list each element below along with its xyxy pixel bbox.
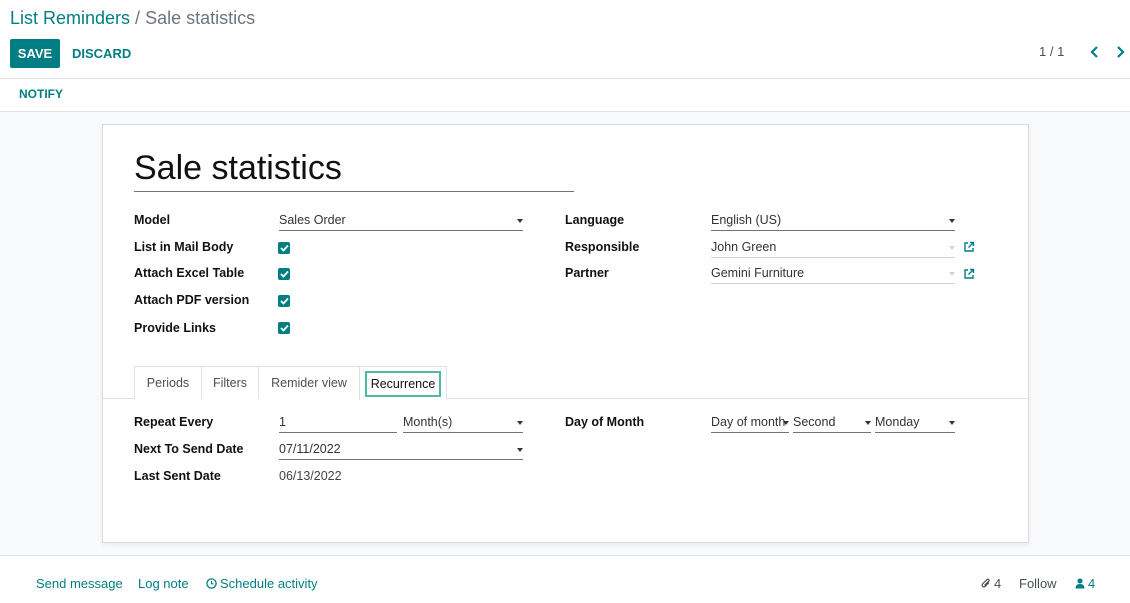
dropdown-caret-icon bbox=[865, 421, 871, 425]
user-icon bbox=[1075, 578, 1085, 589]
notebook-tabs: Periods Filters Remider view Recurrence bbox=[103, 365, 1028, 400]
followers-count: 4 bbox=[1088, 576, 1096, 591]
clock-icon bbox=[206, 578, 217, 589]
external-link-icon[interactable] bbox=[963, 268, 975, 280]
tab-reminder-view[interactable]: Remider view bbox=[258, 366, 360, 399]
form-sheet: Sale statistics Model Sales Order List i… bbox=[102, 124, 1029, 543]
checkmark-icon bbox=[279, 270, 289, 278]
partner-label: Partner bbox=[565, 266, 609, 280]
repeat-every-unit-select[interactable]: Month(s) bbox=[403, 413, 523, 433]
chevron-right-icon bbox=[1116, 46, 1125, 58]
schedule-activity-button[interactable]: Schedule activity bbox=[206, 576, 318, 591]
chevron-left-icon bbox=[1089, 46, 1098, 58]
day-of-month-mode-value: Day of month bbox=[711, 415, 786, 429]
record-name-underline bbox=[134, 191, 574, 192]
attach-excel-table-checkbox[interactable] bbox=[278, 268, 290, 280]
checkmark-icon bbox=[279, 297, 289, 305]
language-label: Language bbox=[565, 213, 625, 227]
control-panel: List Reminders / Sale statistics SAVE DI… bbox=[0, 0, 1130, 78]
paperclip-icon bbox=[981, 578, 990, 588]
checkmark-icon bbox=[279, 244, 289, 252]
tab-periods[interactable]: Periods bbox=[134, 366, 202, 399]
log-note-button[interactable]: Log note bbox=[138, 576, 189, 591]
partner-value: Gemini Furniture bbox=[711, 266, 805, 280]
list-in-mail-body-label: List in Mail Body bbox=[134, 240, 234, 254]
model-value: Sales Order bbox=[279, 213, 346, 227]
repeat-every-label: Repeat Every bbox=[134, 415, 214, 429]
last-sent-date-value: 06/13/2022 bbox=[279, 469, 342, 483]
breadcrumb-current: Sale statistics bbox=[145, 8, 256, 28]
responsible-value: John Green bbox=[711, 240, 777, 254]
list-in-mail-body-checkbox[interactable] bbox=[278, 242, 290, 254]
followers-button[interactable]: 4 bbox=[1075, 576, 1095, 591]
record-name-field[interactable]: Sale statistics bbox=[134, 149, 342, 188]
breadcrumb: List Reminders / Sale statistics bbox=[10, 8, 255, 29]
pager-value[interactable]: 1 / 1 bbox=[1039, 44, 1064, 59]
dropdown-caret-icon bbox=[949, 246, 955, 250]
model-select[interactable]: Sales Order bbox=[279, 211, 523, 231]
language-value: English (US) bbox=[711, 213, 782, 227]
save-button[interactable]: SAVE bbox=[10, 39, 60, 68]
next-to-send-date-value: 07/11/2022 bbox=[279, 442, 341, 456]
responsible-field[interactable]: John Green bbox=[711, 238, 955, 258]
tab-recurrence-label: Recurrence bbox=[364, 370, 442, 397]
tab-recurrence[interactable]: Recurrence bbox=[359, 366, 447, 400]
day-of-month-mode-select[interactable]: Day of month bbox=[711, 413, 789, 433]
provide-links-checkbox[interactable] bbox=[278, 322, 290, 334]
tab-filters[interactable]: Filters bbox=[201, 366, 259, 399]
repeat-every-unit-value: Month(s) bbox=[403, 415, 453, 429]
send-message-button[interactable]: Send message bbox=[36, 576, 123, 591]
attach-excel-table-label: Attach Excel Table bbox=[134, 266, 245, 280]
form-statusbar: NOTIFY bbox=[0, 78, 1130, 112]
day-of-month-weekday-value: Monday bbox=[875, 415, 920, 429]
day-of-month-ordinal-value: Second bbox=[793, 415, 836, 429]
attach-pdf-version-checkbox[interactable] bbox=[278, 295, 290, 307]
next-to-send-date-label: Next To Send Date bbox=[134, 442, 244, 456]
chatter-topbar: Send message Log note Schedule activity … bbox=[0, 555, 1130, 603]
dropdown-caret-icon bbox=[949, 421, 955, 425]
external-link-icon[interactable] bbox=[963, 241, 975, 253]
dropdown-caret-icon bbox=[949, 272, 955, 276]
dropdown-caret-icon bbox=[949, 219, 955, 223]
language-select[interactable]: English (US) bbox=[711, 211, 955, 231]
checkmark-icon bbox=[279, 324, 289, 332]
attachments-count: 4 bbox=[994, 576, 1002, 591]
model-label: Model bbox=[134, 213, 171, 227]
day-of-month-label: Day of Month bbox=[565, 415, 645, 429]
follow-button[interactable]: Follow bbox=[1019, 576, 1057, 591]
pager-next-button[interactable] bbox=[1113, 42, 1127, 62]
notify-button[interactable]: NOTIFY bbox=[19, 87, 63, 101]
repeat-every-number-value: 1 bbox=[279, 415, 286, 429]
responsible-label: Responsible bbox=[565, 240, 640, 254]
provide-links-label: Provide Links bbox=[134, 321, 216, 335]
dropdown-caret-icon bbox=[783, 421, 789, 425]
day-of-month-ordinal-select[interactable]: Second bbox=[793, 413, 871, 433]
dropdown-caret-icon bbox=[517, 421, 523, 425]
attach-pdf-version-label: Attach PDF version bbox=[134, 293, 250, 307]
breadcrumb-separator: / bbox=[130, 8, 146, 28]
breadcrumb-parent-link[interactable]: List Reminders bbox=[10, 8, 130, 28]
repeat-every-number-input[interactable]: 1 bbox=[279, 413, 397, 433]
last-sent-date-label: Last Sent Date bbox=[134, 469, 221, 483]
pager-previous-button[interactable] bbox=[1087, 42, 1101, 62]
discard-button[interactable]: DISCARD bbox=[72, 39, 131, 68]
dropdown-caret-icon bbox=[517, 448, 523, 452]
partner-field[interactable]: Gemini Furniture bbox=[711, 264, 955, 284]
dropdown-caret-icon bbox=[517, 219, 523, 223]
attachments-button[interactable]: 4 bbox=[981, 576, 1001, 591]
day-of-month-weekday-select[interactable]: Monday bbox=[875, 413, 955, 433]
next-to-send-date-input[interactable]: 07/11/2022 bbox=[279, 440, 523, 460]
schedule-activity-label: Schedule activity bbox=[220, 576, 318, 591]
